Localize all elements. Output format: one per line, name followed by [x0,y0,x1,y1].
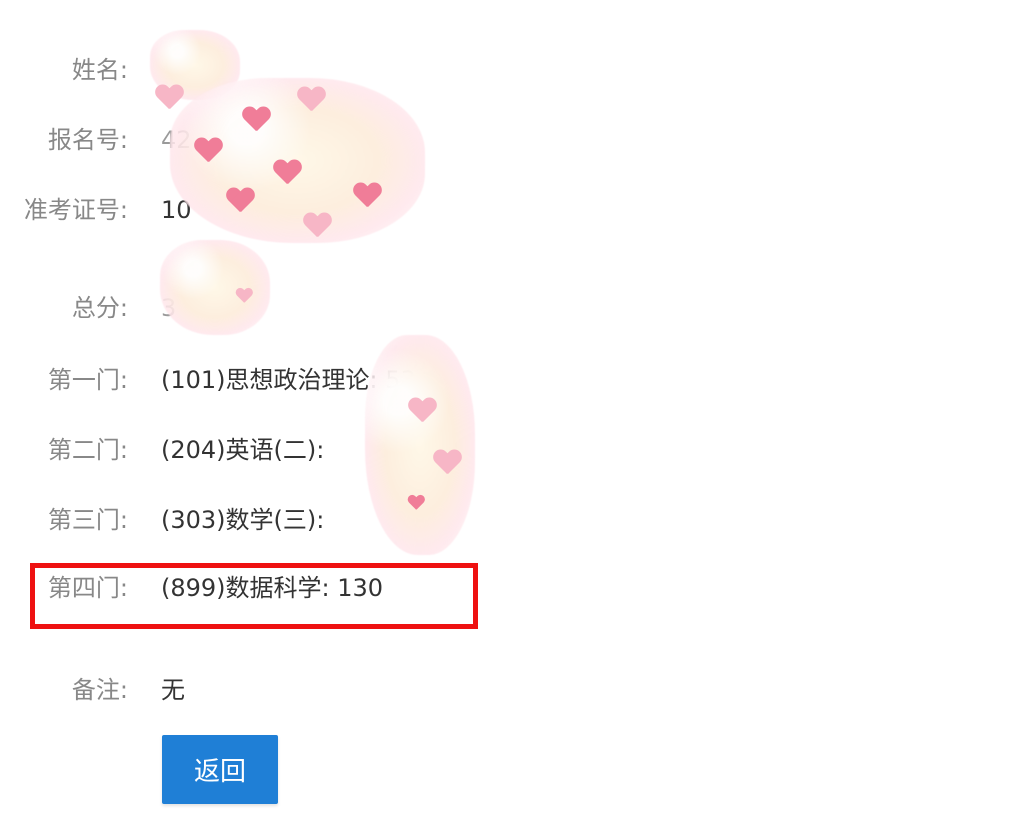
back-button[interactable]: 返回 [162,735,278,804]
subject-2-label: 第二门: [47,436,128,464]
privacy-sticker [160,240,270,335]
subject-3-value: (303)数学(三): [161,506,325,534]
privacy-sticker [365,335,475,555]
heart-icon [433,450,461,476]
heart-icon [226,188,254,214]
subject-2-value: (204)英语(二): [161,436,325,464]
registration-number-label: 报名号: [47,126,128,154]
heart-icon [155,85,183,111]
heart-icon [242,107,270,133]
highlight-box [30,563,478,629]
remarks-value: 无 [161,676,185,704]
name-label: 姓名: [71,56,128,84]
heart-icon [236,288,253,304]
subject-3-label: 第三门: [47,506,128,534]
heart-icon [273,160,301,186]
remarks-row: 备注: 无 [0,670,520,710]
heart-icon [303,213,331,239]
heart-icon [408,398,436,424]
heart-icon [408,495,425,511]
score-query-page: 姓名: 报名号: 42 准考证号: 10 总分: 3 第一门: (101)思想政… [0,0,1024,835]
heart-icon [297,87,325,113]
heart-icon [353,183,381,209]
admission-number-label: 准考证号: [23,196,128,224]
heart-icon [194,138,222,164]
remarks-label: 备注: [71,676,128,704]
total-score-label: 总分: [71,294,128,322]
subject-1-label: 第一门: [47,366,128,394]
